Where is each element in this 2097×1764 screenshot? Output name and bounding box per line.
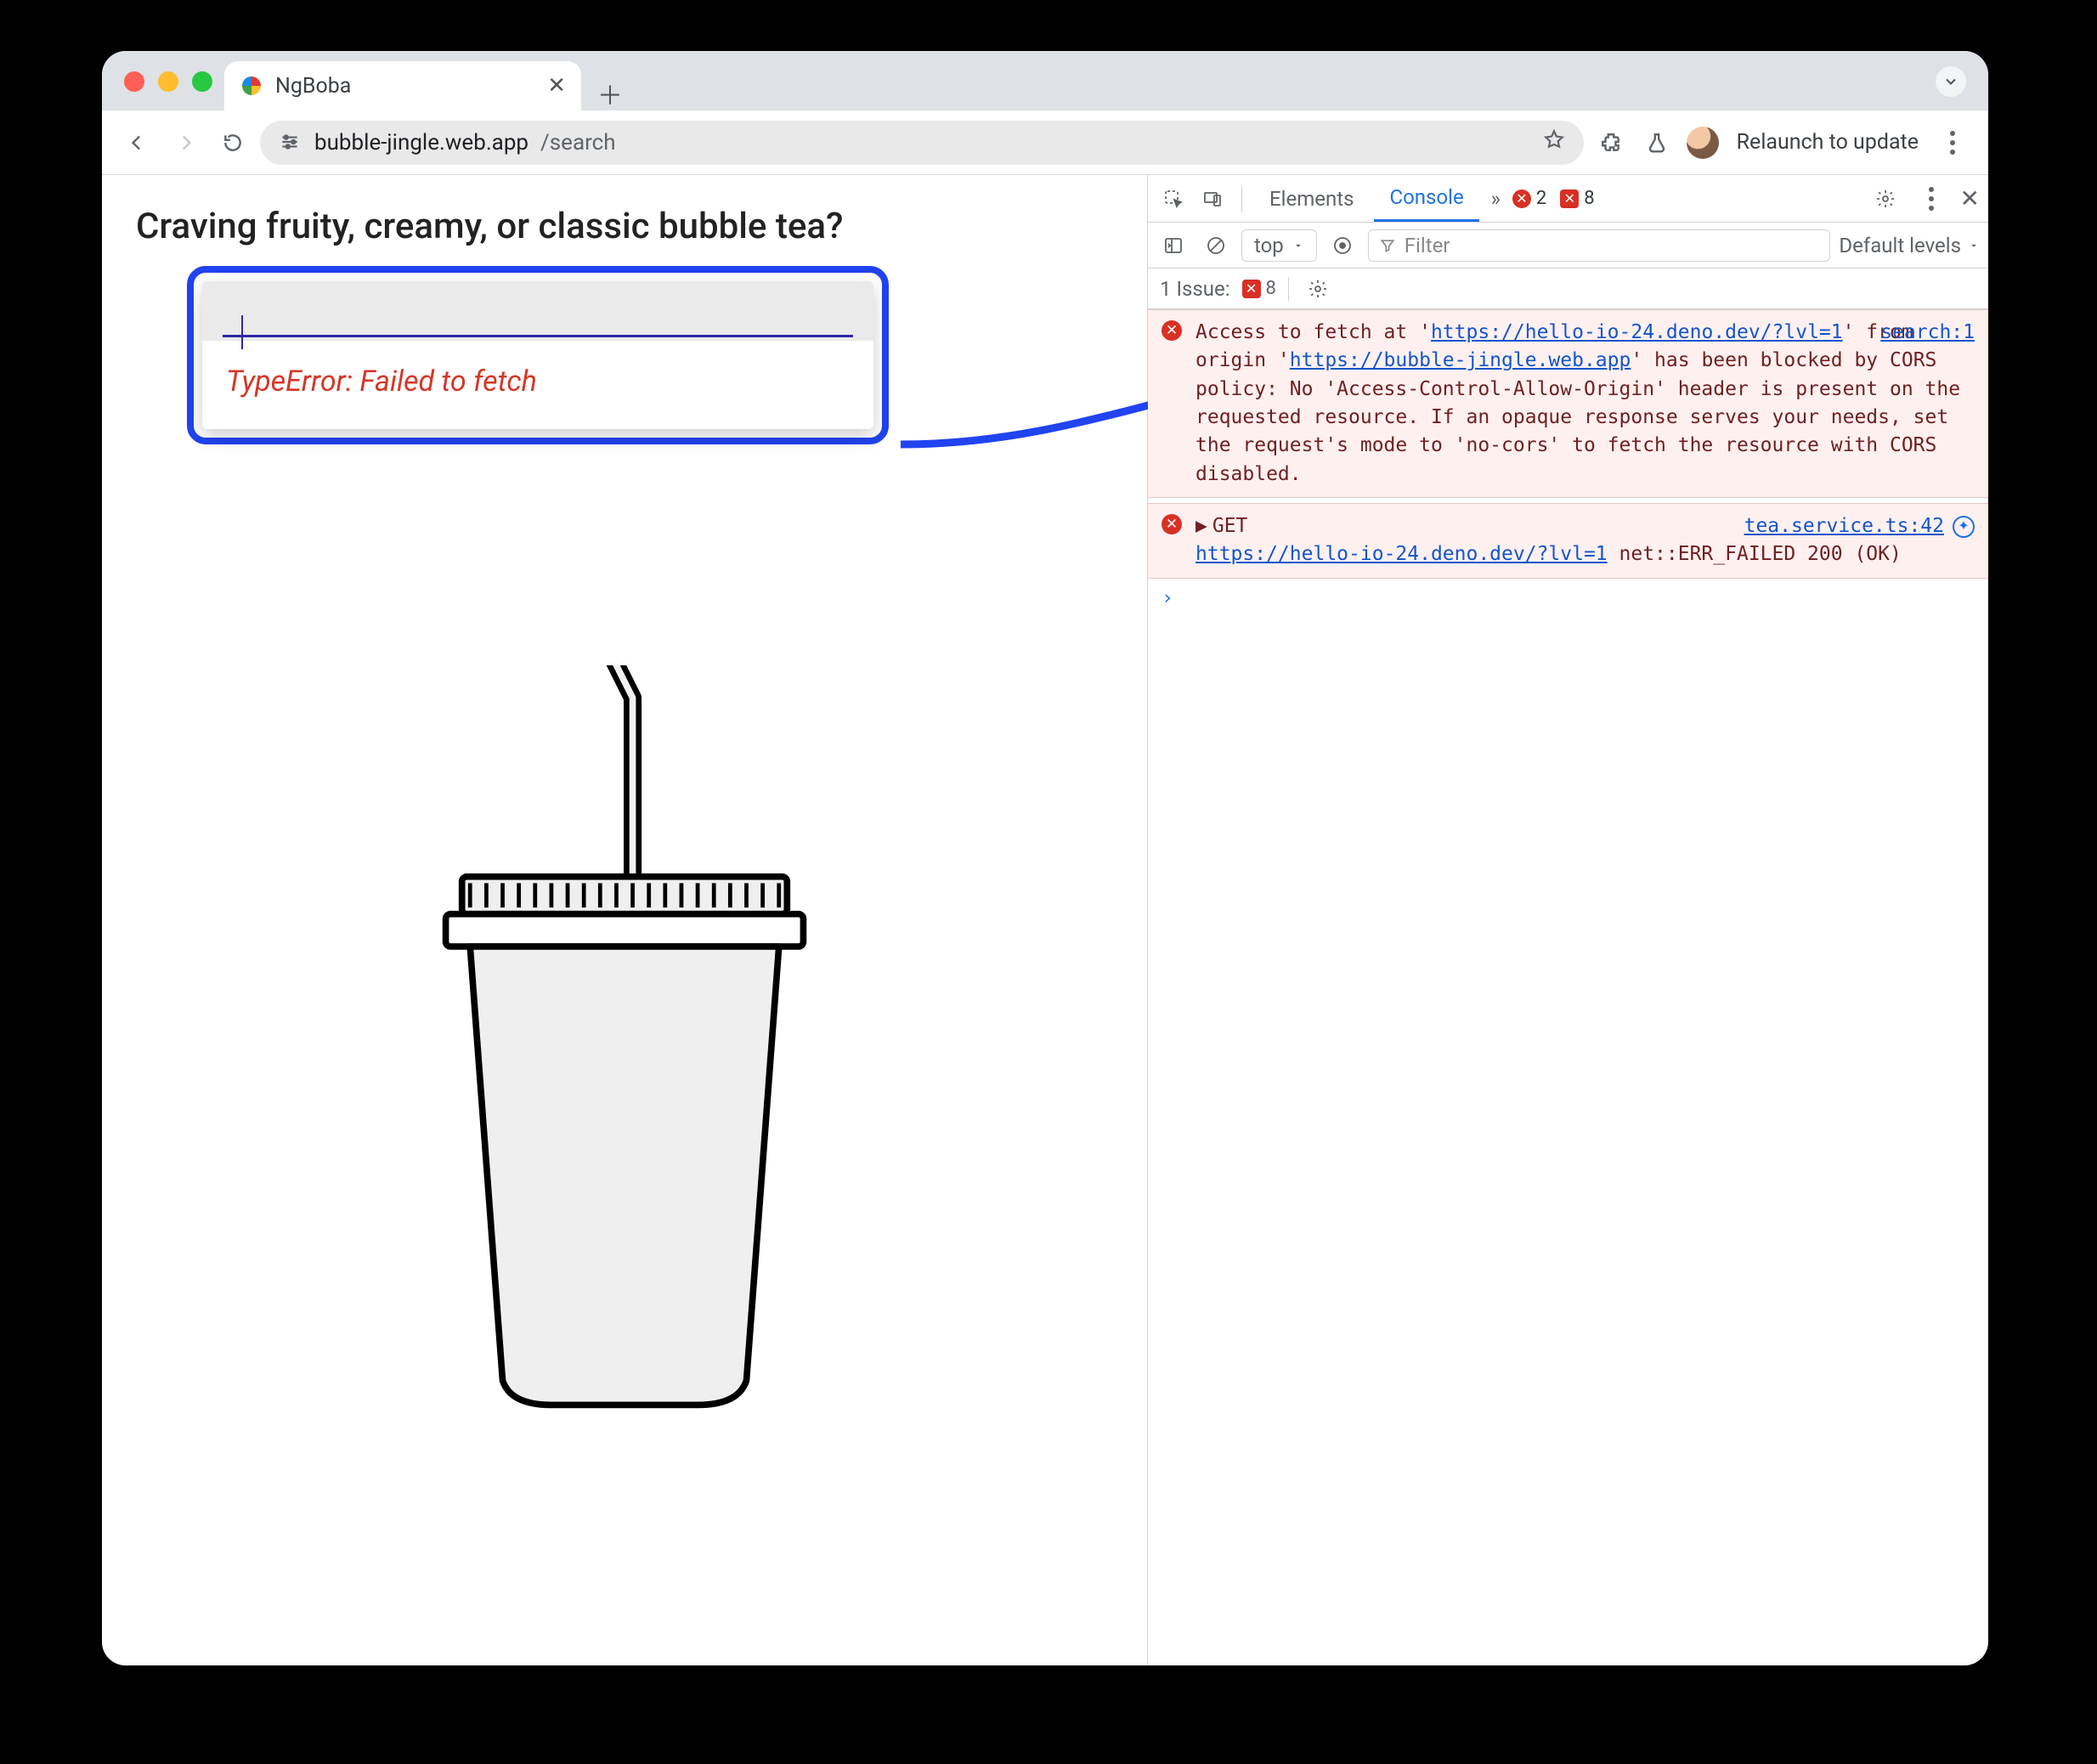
forward-button[interactable] (165, 122, 206, 163)
devtools-tab-right: ✕ (1868, 182, 1980, 216)
devtools-tabs: Elements Console » ✕ 2 ✕ 8 (1148, 175, 1988, 223)
divider (1241, 185, 1242, 212)
log-level-selector[interactable]: Default levels (1839, 234, 1980, 257)
labs-icon[interactable] (1636, 122, 1677, 163)
reload-button[interactable] (212, 122, 253, 163)
chrome-menu-button[interactable] (1932, 122, 1973, 163)
console-filter-input[interactable]: Filter (1368, 229, 1831, 262)
browser-tab[interactable]: NgBoba ✕ (224, 61, 581, 110)
profile-avatar[interactable] (1682, 122, 1723, 163)
new-tab-button[interactable]: ＋ (593, 76, 627, 110)
error-dot-icon: ✕ (1512, 189, 1531, 208)
msg-url[interactable]: https://bubble-jingle.web.app (1290, 349, 1631, 371)
highlighted-region: TypeError: Failed to fetch (187, 266, 889, 444)
clear-console-icon[interactable] (1199, 229, 1233, 263)
tab-console[interactable]: Console (1374, 175, 1478, 222)
devtools-settings-icon[interactable] (1868, 182, 1902, 216)
filter-placeholder: Filter (1405, 234, 1450, 257)
msg-method: GET (1212, 515, 1248, 537)
window-tabs-dropdown[interactable] (1936, 66, 1966, 97)
context-label: top (1254, 234, 1284, 257)
address-bar[interactable]: bubble-jingle.web.app/search (260, 121, 1584, 165)
avatar-icon (1687, 127, 1719, 159)
issues-count: 8 (1266, 278, 1276, 299)
msg-url[interactable]: https://hello-io-24.deno.dev/?lvl=1 (1195, 543, 1608, 565)
issues-label: 1 Issue: (1160, 277, 1230, 301)
error-message: TypeError: Failed to fetch (202, 341, 873, 429)
issues-badge[interactable]: ✕ 8 (1242, 278, 1276, 299)
live-expression-icon[interactable] (1325, 229, 1359, 263)
issue-counter[interactable]: ✕ 8 (1560, 188, 1594, 209)
console-toolbar: top Filter Default levels (1148, 223, 1988, 269)
kebab-icon (1938, 131, 1967, 155)
devtools-close-icon[interactable]: ✕ (1960, 184, 1980, 212)
inspect-element-icon[interactable] (1156, 182, 1190, 216)
text-caret-icon (241, 315, 243, 349)
device-toolbar-icon[interactable] (1195, 182, 1229, 216)
console-issues-row: 1 Issue: ✕ 8 (1148, 269, 1988, 309)
msg-status: net::ERR_FAILED 200 (OK) (1608, 543, 1902, 565)
toggle-drawer-icon[interactable] (1156, 229, 1190, 263)
window-minimize-icon[interactable] (158, 71, 178, 92)
message-source-link[interactable]: search:1 (1880, 319, 1975, 347)
console-error-message[interactable]: ✕ tea.service.ts:42 ✦ ▶GET https://hello… (1148, 503, 1988, 579)
more-tabs-icon[interactable]: » (1484, 187, 1507, 211)
page-heading: Craving fruity, creamy, or classic bubbl… (136, 206, 843, 247)
window-fullscreen-icon[interactable] (192, 71, 212, 92)
console-output[interactable]: ✕ search:1 Access to fetch at 'https://h… (1148, 309, 1988, 1665)
divider (1288, 277, 1289, 301)
console-prompt[interactable]: › (1148, 579, 1988, 618)
search-input[interactable] (223, 302, 853, 337)
error-count: 2 (1536, 188, 1546, 209)
devtools-panel: Elements Console » ✕ 2 ✕ 8 (1147, 175, 1988, 1665)
issue-square-icon: ✕ (1560, 189, 1579, 208)
boba-cup-illustration (378, 665, 871, 1413)
ai-explain-icon[interactable]: ✦ (1953, 516, 1975, 538)
search-card: TypeError: Failed to fetch (202, 281, 873, 429)
window-close-icon[interactable] (124, 71, 144, 92)
toolbar-right: Relaunch to update (1591, 122, 1973, 163)
tab-favicon-icon (240, 74, 263, 98)
levels-label: Default levels (1839, 234, 1961, 257)
site-settings-icon[interactable] (279, 131, 302, 155)
highlight-outline: TypeError: Failed to fetch (187, 266, 889, 444)
console-error-message[interactable]: ✕ search:1 Access to fetch at 'https://h… (1148, 309, 1988, 498)
error-counter[interactable]: ✕ 2 (1512, 188, 1546, 209)
extensions-icon[interactable] (1591, 122, 1631, 163)
msg-url[interactable]: https://hello-io-24.deno.dev/?lvl=1 (1431, 321, 1843, 343)
message-source-wrap: tea.service.ts:42 ✦ (1744, 512, 1975, 540)
back-button[interactable] (117, 122, 158, 163)
issue-square-icon: ✕ (1242, 280, 1261, 298)
browser-toolbar: bubble-jingle.web.app/search Relaunch to… (102, 110, 1988, 175)
console-settings-icon[interactable] (1301, 272, 1335, 306)
tab-elements[interactable]: Elements (1254, 175, 1369, 222)
webpage: Craving fruity, creamy, or classic bubbl… (102, 175, 1147, 1665)
tab-title: NgBoba (275, 74, 351, 99)
context-selector[interactable]: top (1241, 229, 1317, 262)
bookmark-icon[interactable] (1543, 128, 1565, 156)
msg-text: Access to fetch at ' (1195, 321, 1431, 343)
address-path: /search (540, 130, 616, 155)
issue-count: 8 (1584, 188, 1594, 209)
browser-window: NgBoba ✕ ＋ bubble-jingle.web.app/search (102, 51, 1988, 1665)
window-controls (124, 71, 212, 92)
message-source-link[interactable]: tea.service.ts:42 (1744, 512, 1944, 540)
tab-close-icon[interactable]: ✕ (547, 75, 566, 97)
tab-strip: NgBoba ✕ ＋ (102, 51, 1988, 110)
error-icon: ✕ (1162, 320, 1182, 341)
devtools-menu-icon[interactable] (1914, 182, 1948, 216)
expand-icon[interactable]: ▶ (1195, 515, 1207, 537)
search-input-row (202, 281, 873, 341)
error-icon: ✕ (1162, 514, 1182, 534)
address-domain: bubble-jingle.web.app (314, 130, 528, 155)
relaunch-label[interactable]: Relaunch to update (1728, 130, 1927, 155)
content-split: Craving fruity, creamy, or classic bubbl… (102, 175, 1988, 1665)
